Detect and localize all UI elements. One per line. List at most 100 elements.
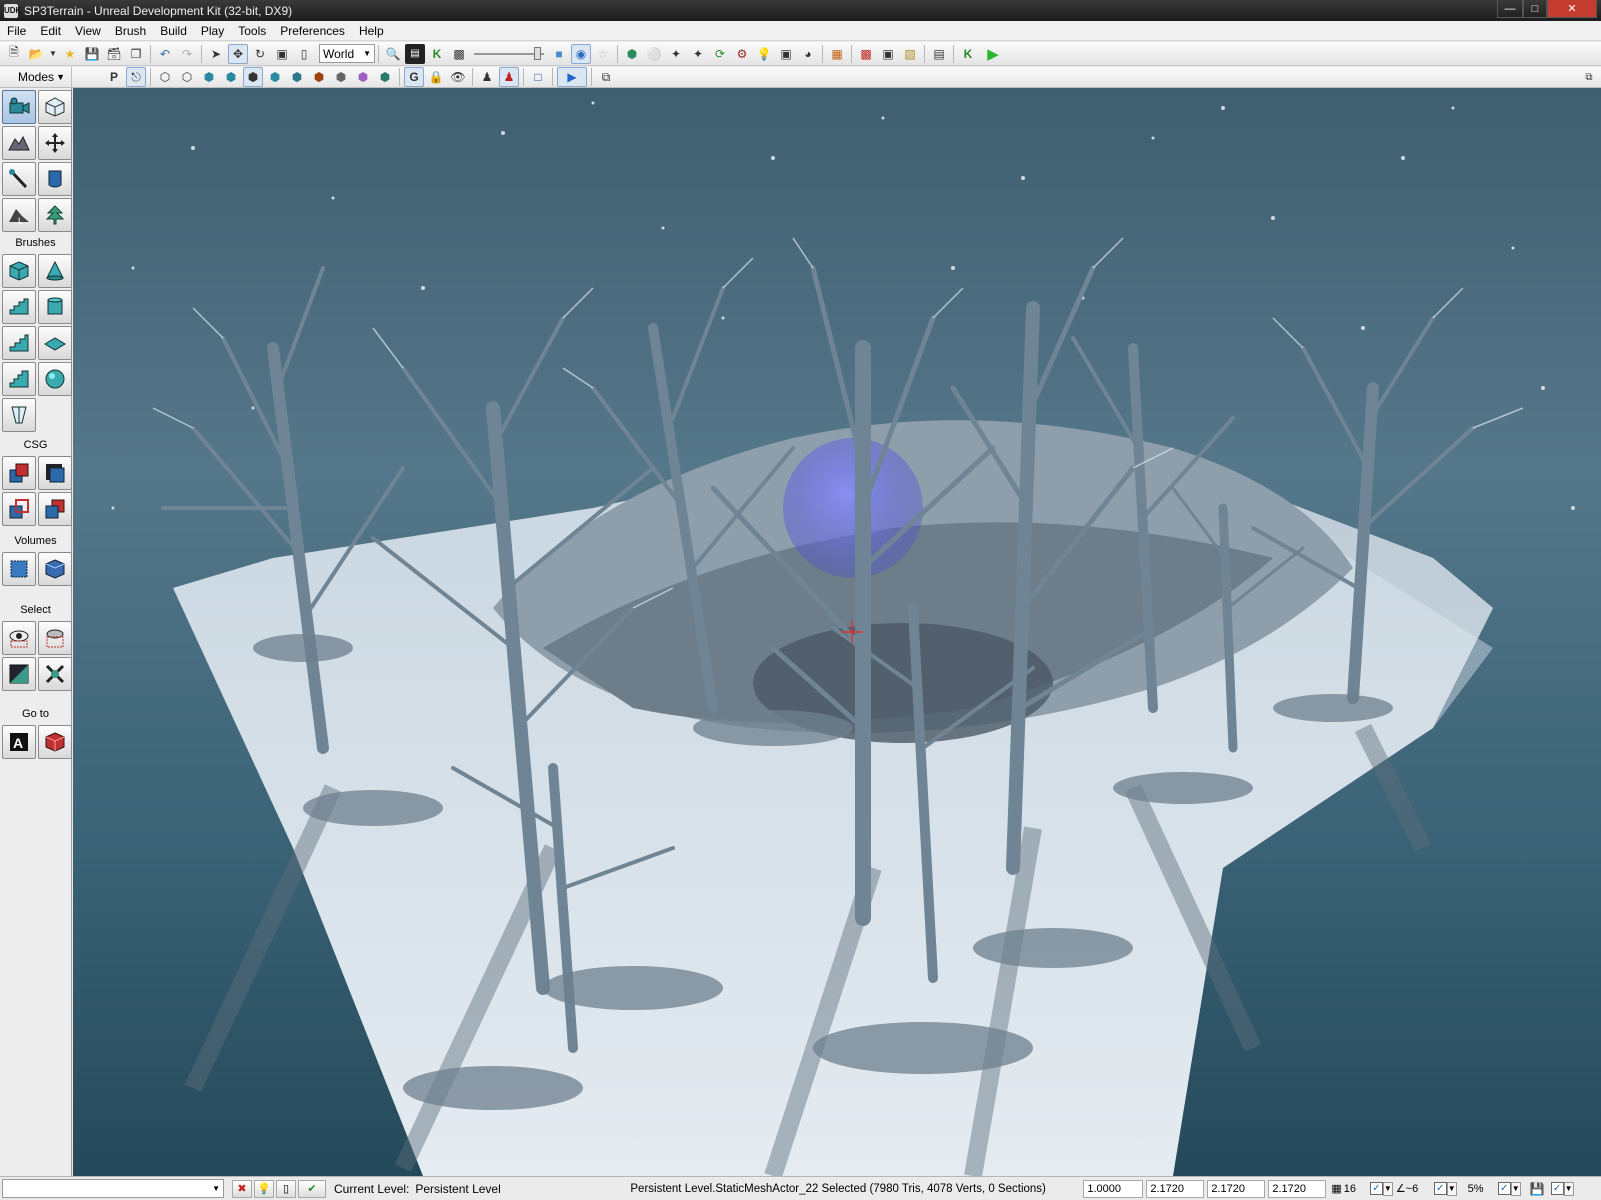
viewport-layout-icon[interactable]: ▯ bbox=[276, 1179, 296, 1198]
blocking-volume-icon[interactable] bbox=[38, 552, 72, 586]
build-errors-icon[interactable]: ✖ bbox=[232, 1179, 252, 1198]
redo-icon[interactable]: ↷ bbox=[177, 44, 197, 64]
open-file-icon[interactable]: 📂 bbox=[26, 44, 46, 64]
menu-preferences[interactable]: Preferences bbox=[273, 21, 352, 41]
game-view-g-icon[interactable]: G bbox=[404, 67, 424, 87]
star-icon[interactable]: ☆ bbox=[593, 44, 613, 64]
terrain-mode-icon[interactable] bbox=[2, 126, 36, 160]
texture-align-icon[interactable] bbox=[2, 162, 36, 196]
lighting-only-icon[interactable]: ⬢ bbox=[265, 67, 285, 87]
chevron-down-icon[interactable]: ▼ bbox=[1510, 1181, 1521, 1196]
kismet-debug-icon[interactable]: ▧ bbox=[900, 44, 920, 64]
cone-builder-icon[interactable] bbox=[38, 254, 72, 288]
volumetric-builder-icon[interactable] bbox=[2, 398, 36, 432]
kismet-icon[interactable]: K bbox=[427, 44, 447, 64]
coordinate-system-select[interactable]: World ▼ bbox=[319, 44, 375, 63]
csg-intersect-icon[interactable] bbox=[2, 492, 36, 526]
new-file-icon[interactable]: 🗎 bbox=[4, 44, 24, 64]
scale-icon[interactable]: ▣ bbox=[272, 44, 292, 64]
lock-icon[interactable]: 🔒 bbox=[426, 67, 446, 87]
viewport-speed-slider[interactable] bbox=[474, 44, 544, 63]
modes-header[interactable]: Modes ▼ bbox=[0, 66, 72, 88]
show-selected-icon[interactable] bbox=[2, 621, 36, 655]
csg-subtract-icon[interactable] bbox=[38, 456, 72, 490]
linear-stair-icon[interactable] bbox=[2, 326, 36, 360]
save-icon[interactable]: 💾 bbox=[82, 44, 102, 64]
menu-edit[interactable]: Edit bbox=[33, 21, 68, 41]
save-as-icon[interactable]: 🗃 bbox=[104, 44, 124, 64]
find-actor-icon[interactable]: 🔍 bbox=[383, 44, 403, 64]
transform-widget-icon[interactable] bbox=[38, 126, 72, 160]
content-browser-icon[interactable]: ▤ bbox=[405, 43, 425, 64]
detail-lighting-icon[interactable]: ⬢ bbox=[243, 67, 263, 87]
minimize-icon[interactable]: — bbox=[1497, 0, 1523, 18]
menu-build[interactable]: Build bbox=[153, 21, 194, 41]
shader-complexity-icon[interactable]: ⬢ bbox=[331, 67, 351, 87]
mobile-preview-icon[interactable]: ▤ bbox=[929, 44, 949, 64]
camera-mode-icon[interactable] bbox=[2, 90, 36, 124]
scale-x-field[interactable]: 2.1720 bbox=[1146, 1179, 1205, 1198]
generic-browser-icon[interactable]: ■ bbox=[549, 44, 569, 64]
select-invert-icon[interactable] bbox=[2, 657, 36, 691]
geometry-mode-icon[interactable] bbox=[38, 90, 72, 124]
spiral-stair-icon[interactable] bbox=[2, 362, 36, 396]
rotation-snap-checkbox[interactable]: ✓ bbox=[1433, 1182, 1447, 1195]
build-cover-icon[interactable]: ✦ bbox=[688, 44, 708, 64]
chevron-down-icon[interactable]: ▼ bbox=[1382, 1181, 1393, 1196]
lit-icon[interactable]: ⬢ bbox=[221, 67, 241, 87]
show-flags-eye-icon[interactable]: 👁 bbox=[448, 67, 468, 87]
unlit-icon[interactable]: ⬢ bbox=[199, 67, 219, 87]
chevron-down-icon[interactable]: ▼ bbox=[1563, 1181, 1574, 1196]
level-check-icon[interactable]: ✔ bbox=[298, 1179, 326, 1198]
brush-wireframe-icon[interactable]: ⬡ bbox=[177, 67, 197, 87]
play-on-pc-icon[interactable]: ▣ bbox=[878, 44, 898, 64]
add-volume-icon[interactable] bbox=[2, 552, 36, 586]
goto-actor-icon[interactable]: A bbox=[2, 725, 36, 759]
mesh-paint-icon[interactable] bbox=[38, 162, 72, 196]
maximize-viewport-icon[interactable]: ⧉ bbox=[596, 67, 616, 87]
cascade-icon[interactable]: ◉ bbox=[571, 43, 591, 64]
select-icon[interactable]: ➤ bbox=[206, 44, 226, 64]
undo-icon[interactable]: ↶ bbox=[155, 44, 175, 64]
sphere-builder-icon[interactable] bbox=[38, 362, 72, 396]
csg-deintersect-icon[interactable] bbox=[38, 492, 72, 526]
csg-add-icon[interactable] bbox=[2, 456, 36, 490]
translate-icon[interactable]: ✥ bbox=[228, 43, 248, 64]
hide-selected-icon[interactable] bbox=[38, 621, 72, 655]
submit-icon[interactable]: ◕ bbox=[798, 44, 818, 64]
menu-brush[interactable]: Brush bbox=[108, 21, 153, 41]
close-icon[interactable]: ✕ bbox=[1547, 0, 1597, 18]
cylinder-builder-icon[interactable] bbox=[38, 290, 72, 324]
play-in-editor-icon[interactable]: ▦ bbox=[827, 44, 847, 64]
menu-play[interactable]: Play bbox=[194, 21, 231, 41]
menu-help[interactable]: Help bbox=[352, 21, 391, 41]
menu-file[interactable]: File bbox=[0, 21, 33, 41]
autosave-checkbox[interactable]: ✓ bbox=[1550, 1182, 1564, 1195]
matinee-icon[interactable]: ▩ bbox=[449, 44, 469, 64]
realtime-icon[interactable]: ⎋ bbox=[126, 67, 146, 87]
cube-builder-icon[interactable] bbox=[2, 254, 36, 288]
foliage-mode-icon[interactable] bbox=[38, 198, 72, 232]
autosave-icon[interactable]: 💾 bbox=[1530, 1182, 1545, 1196]
favorite-star-icon[interactable]: ★ bbox=[60, 44, 80, 64]
collision-view-icon[interactable]: ⬢ bbox=[375, 67, 395, 87]
open-dropdown-icon[interactable]: ▼ bbox=[48, 44, 58, 64]
scale-snap-checkbox[interactable]: ✓ bbox=[1497, 1182, 1511, 1195]
console-icon[interactable]: ▩ bbox=[856, 44, 876, 64]
lightmass-icon[interactable]: 💡 bbox=[754, 44, 774, 64]
wireframe-icon[interactable]: ⬡ bbox=[155, 67, 175, 87]
build-paths-icon[interactable]: ✦ bbox=[666, 44, 686, 64]
level-bounds-icon[interactable]: □ bbox=[528, 67, 548, 87]
menu-view[interactable]: View bbox=[68, 21, 108, 41]
selected-sphere-actor[interactable] bbox=[783, 438, 923, 578]
plane-builder-icon[interactable] bbox=[38, 326, 72, 360]
rotate-icon[interactable]: ↻ bbox=[250, 44, 270, 64]
swarm-icon[interactable]: ▣ bbox=[776, 44, 796, 64]
streaming-volume-icon[interactable]: ♟ bbox=[499, 67, 519, 87]
lightmap-density-icon[interactable]: ⬢ bbox=[353, 67, 373, 87]
lightbulb-icon[interactable]: 💡 bbox=[254, 1179, 274, 1198]
lighting-quality-icon[interactable]: ⚙ bbox=[732, 44, 752, 64]
build-all-icon[interactable]: ⟳ bbox=[710, 44, 730, 64]
light-complexity-icon[interactable]: ⬢ bbox=[287, 67, 307, 87]
show-all-icon[interactable] bbox=[38, 657, 72, 691]
